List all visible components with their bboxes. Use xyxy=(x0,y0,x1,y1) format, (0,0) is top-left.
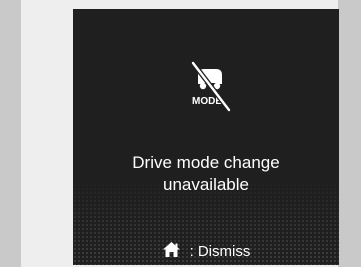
message-line-2: unavailable xyxy=(162,175,249,194)
dismiss-hint[interactable]: : Dismiss xyxy=(73,241,339,261)
dismiss-separator: : xyxy=(189,243,194,260)
status-message: Drive mode change unavailable xyxy=(73,152,339,196)
display-screen: MODE Drive mode change unavailable : Dism… xyxy=(73,9,339,265)
outer-frame: MODE Drive mode change unavailable : Dism… xyxy=(21,0,339,267)
message-line-1: Drive mode change xyxy=(132,153,280,172)
drive-mode-disabled-icon: MODE xyxy=(185,58,235,114)
home-icon[interactable] xyxy=(162,241,181,258)
dismiss-label: Dismiss xyxy=(197,243,251,260)
drive-mode-disabled-graphic: MODE xyxy=(190,60,232,113)
